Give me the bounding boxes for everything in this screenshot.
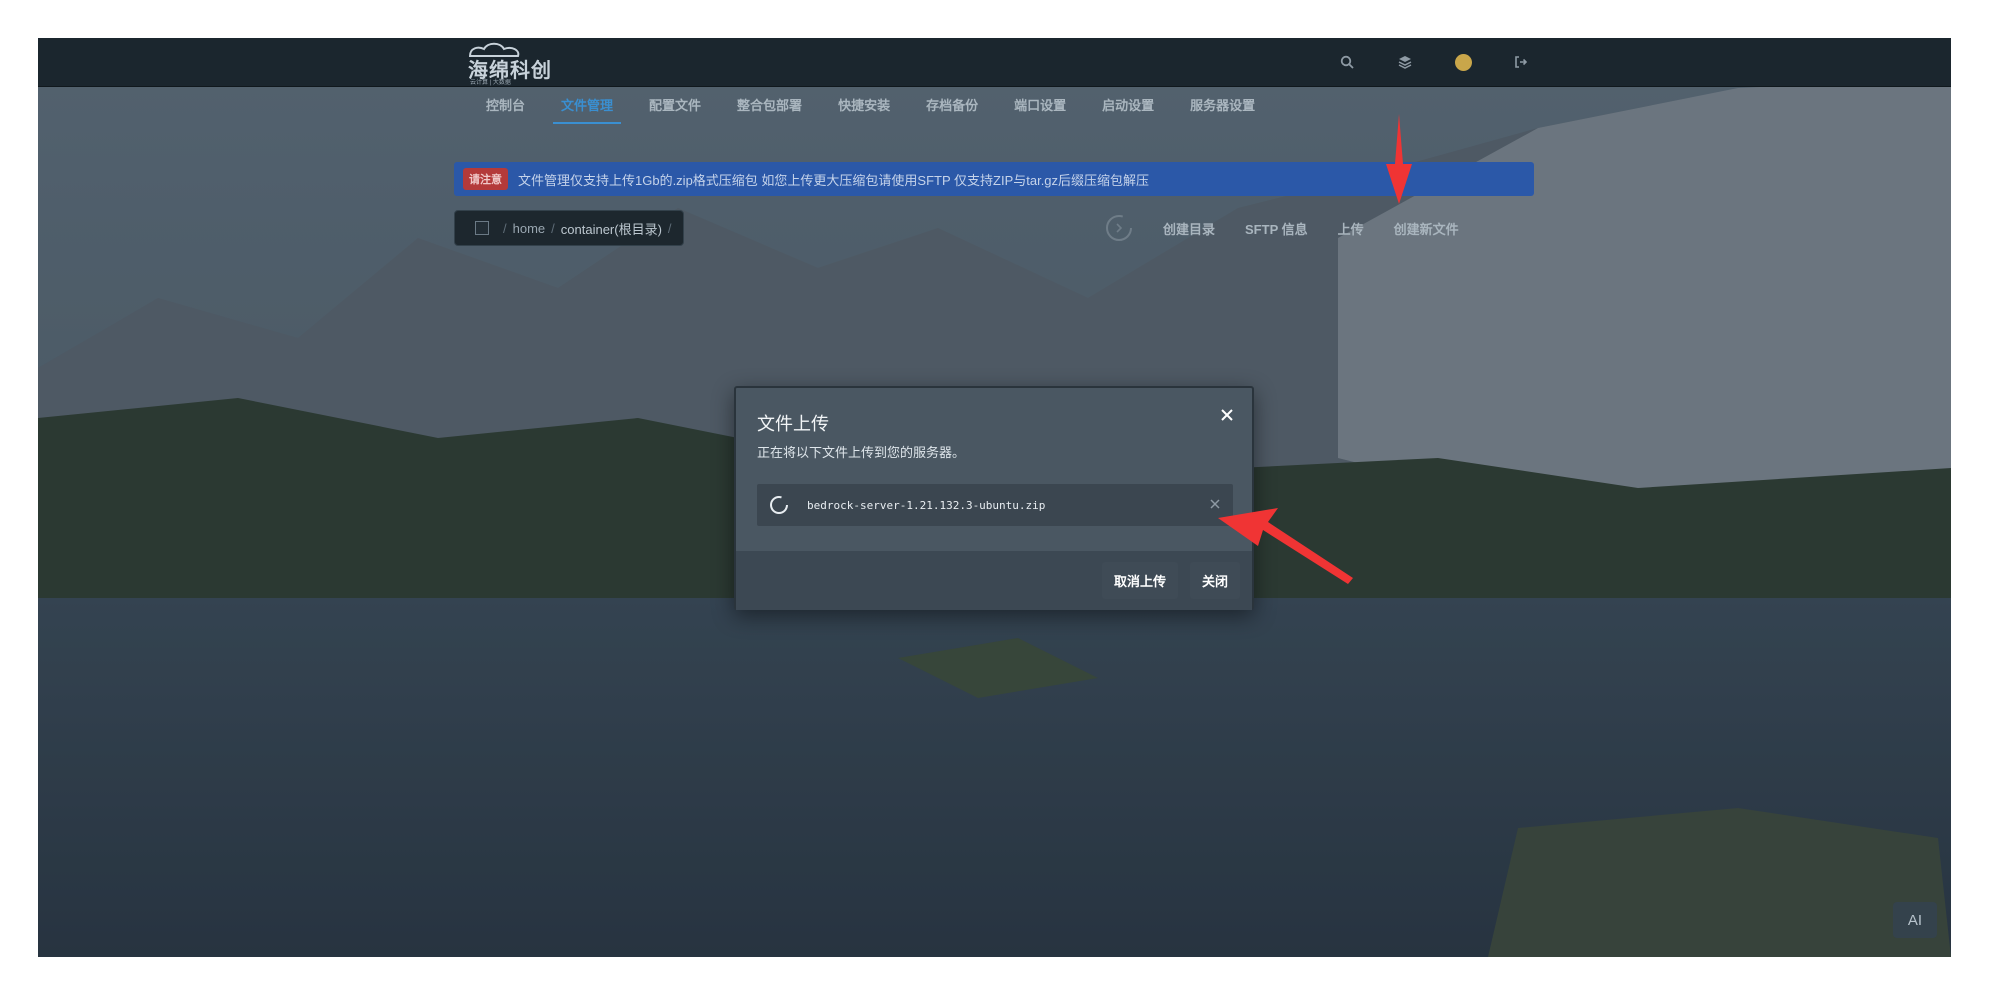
annotation-arrow-down-icon [1386, 114, 1412, 204]
upload-file-row: bedrock-server-1.21.132.3-ubuntu.zip [757, 484, 1233, 526]
breadcrumb-home[interactable]: home [513, 221, 546, 236]
modal-footer: 取消上传 关闭 [736, 551, 1252, 610]
logo[interactable]: 海绵科创 云计算 | 大数据 [468, 40, 568, 86]
breadcrumb-separator: / [503, 220, 507, 236]
user-avatar[interactable] [1434, 38, 1492, 86]
logout-icon[interactable] [1492, 38, 1550, 86]
create-file-button[interactable]: 创建新文件 [1379, 219, 1474, 238]
breadcrumb: / home / container(根目录) / [454, 210, 684, 246]
tab-startup-settings[interactable]: 启动设置 [1084, 86, 1172, 126]
breadcrumb-container[interactable]: container(根目录) [561, 219, 662, 238]
cancel-upload-button[interactable]: 取消上传 [1101, 562, 1178, 599]
tab-port-settings[interactable]: 端口设置 [996, 86, 1084, 126]
logo-subtitle: 云计算 | 大数据 [470, 80, 511, 86]
create-directory-button[interactable]: 创建目录 [1148, 219, 1230, 238]
top-icon-group [1318, 38, 1550, 86]
modal-title: 文件上传 [757, 414, 829, 434]
search-icon[interactable] [1318, 38, 1376, 86]
breadcrumb-separator: / [667, 220, 672, 236]
select-all-checkbox[interactable] [475, 221, 489, 235]
notice-banner: 请注意 文件管理仅支持上传1Gb的.zip格式压缩包 如您上传更大压缩包请使用S… [454, 162, 1534, 196]
avatar [1454, 53, 1472, 71]
upload-button[interactable]: 上传 [1323, 219, 1379, 238]
top-navbar: 海绵科创 云计算 | 大数据 [38, 38, 1951, 87]
file-actions: 创建目录 SFTP 信息 上传 创建新文件 [1104, 206, 1474, 250]
tab-server-settings[interactable]: 服务器设置 [1172, 86, 1273, 126]
sub-navigation: 控制台 文件管理 配置文件 整合包部署 快捷安装 存档备份 端口设置 启动设置 … [468, 86, 1273, 126]
spinner-icon [770, 496, 788, 514]
upload-file-name: bedrock-server-1.21.132.3-ubuntu.zip [807, 498, 1046, 512]
tab-quick-install[interactable]: 快捷安装 [820, 86, 908, 126]
tab-backups[interactable]: 存档备份 [908, 86, 996, 126]
sftp-info-button[interactable]: SFTP 信息 [1230, 219, 1323, 238]
app-window: 海绵科创 云计算 | 大数据 控制台 文件管理 配置文件 整合包部署 快捷安装 … [38, 38, 1951, 957]
ai-button[interactable]: AI [1893, 902, 1937, 938]
notice-text: 文件管理仅支持上传1Gb的.zip格式压缩包 如您上传更大压缩包请使用SFTP … [518, 172, 1150, 188]
file-upload-modal: 文件上传 正在将以下文件上传到您的服务器。 bedrock-server-1.2… [734, 386, 1254, 610]
annotation-arrow-left-icon [1218, 508, 1353, 584]
tab-file-manager[interactable]: 文件管理 [543, 86, 631, 126]
tab-modpack-deploy[interactable]: 整合包部署 [719, 86, 820, 126]
tab-config-files[interactable]: 配置文件 [631, 86, 719, 126]
close-icon[interactable] [1216, 404, 1238, 426]
layers-icon[interactable] [1376, 38, 1434, 86]
breadcrumb-separator: / [551, 220, 555, 236]
tab-console[interactable]: 控制台 [468, 86, 543, 126]
notice-badge: 请注意 [463, 168, 508, 190]
modal-subtitle: 正在将以下文件上传到您的服务器。 [757, 445, 966, 460]
refresh-icon[interactable] [1104, 213, 1134, 243]
